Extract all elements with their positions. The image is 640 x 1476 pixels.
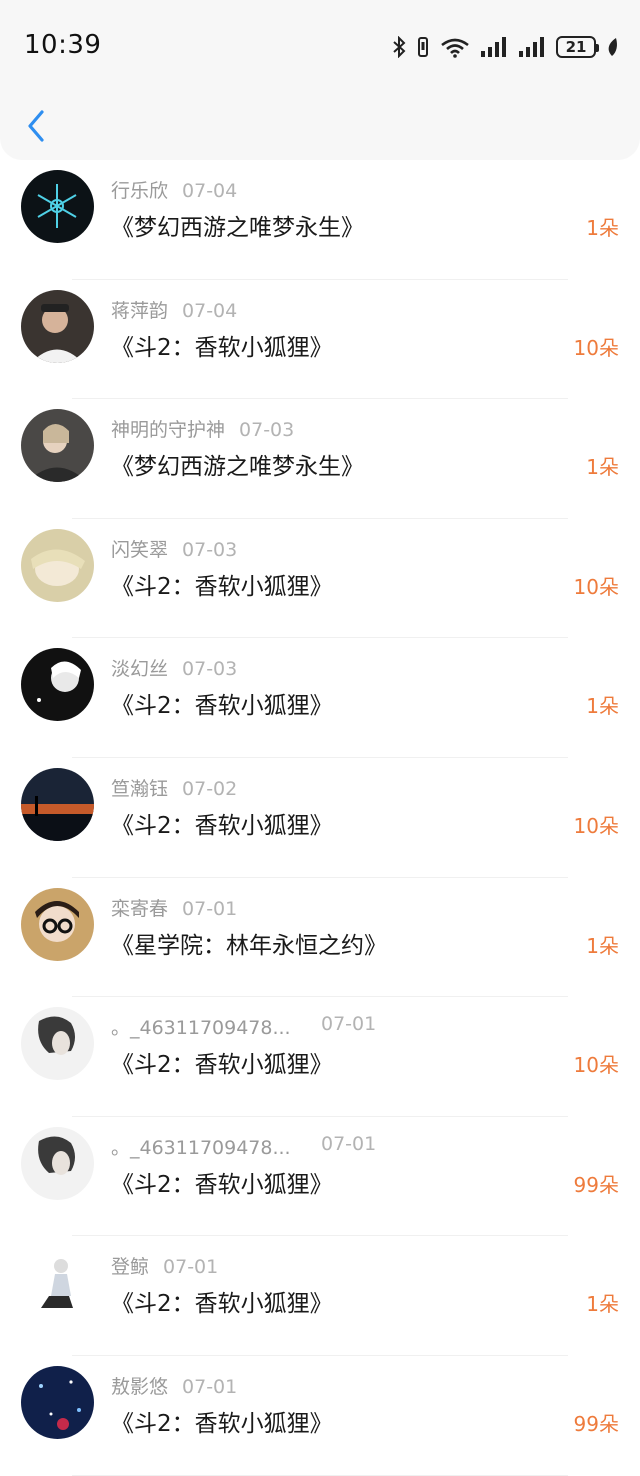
- gift-amount: 99朵: [573, 1172, 619, 1197]
- system-icons: 21: [392, 33, 618, 61]
- list-item[interactable]: 蒋萍韵 07-04 《斗2：香软小狐狸》 10朵: [0, 280, 640, 400]
- gift-amount: 99朵: [573, 1411, 619, 1436]
- avatar[interactable]: [21, 1365, 94, 1439]
- record-date: 07-01: [321, 1132, 377, 1155]
- record-date: 07-01: [182, 1375, 238, 1398]
- status-time: 10:39: [24, 30, 102, 60]
- gift-amount: 10朵: [573, 335, 619, 360]
- user-name: 闪笑翠: [111, 538, 169, 561]
- user-name: 登鲸: [111, 1256, 150, 1279]
- avatar[interactable]: [21, 767, 94, 841]
- record-date: 07-04: [182, 180, 238, 202]
- book-title: 《梦幻西游之唯梦永生》: [111, 215, 364, 241]
- back-button[interactable]: [20, 106, 52, 146]
- list-item[interactable]: 笪瀚钰 07-02 《斗2：香软小狐狸》 10朵: [0, 758, 640, 878]
- user-name: 栾寄春: [111, 897, 169, 920]
- user-name: 蒋萍韵: [111, 299, 169, 322]
- book-title: 《斗2：香软小狐狸》: [111, 812, 333, 839]
- gift-amount: 1朵: [586, 933, 619, 958]
- user-name: 行乐欣: [111, 180, 169, 202]
- user-name: 。_46311709478...: [111, 1136, 291, 1159]
- gift-amount: 1朵: [586, 455, 619, 480]
- gift-amount: 1朵: [586, 216, 619, 240]
- record-date: 07-01: [182, 897, 238, 920]
- wifi-icon: [441, 38, 469, 58]
- avatar[interactable]: [21, 887, 94, 961]
- gift-amount: 1朵: [586, 694, 619, 719]
- vibrate-icon: [418, 37, 428, 57]
- record-date: 07-03: [239, 419, 295, 442]
- leaf-icon: [608, 38, 617, 56]
- signal-icon: [481, 37, 506, 57]
- list-item[interactable]: 登鲸 07-01 《斗2：香软小狐狸》 1朵: [0, 1236, 640, 1356]
- battery-icon: 21: [556, 36, 599, 58]
- avatar[interactable]: [21, 648, 94, 722]
- list-item[interactable]: 淡幻丝 07-03 《斗2：香软小狐狸》 1朵: [0, 638, 640, 758]
- user-name: 淡幻丝: [111, 658, 169, 681]
- nav-bar: [0, 96, 640, 160]
- list-item[interactable]: 栾寄春 07-01 《星学院：林年永恒之约》 1朵: [0, 878, 640, 998]
- avatar[interactable]: [21, 1007, 94, 1081]
- list-item[interactable]: 。_46311709478... 07-01 《斗2：香软小狐狸》 99朵: [0, 1117, 640, 1237]
- status-bar: 10:39 21: [0, 0, 640, 96]
- avatar[interactable]: [21, 170, 94, 243]
- user-name: 。_46311709478...: [111, 1017, 291, 1040]
- chevron-left-icon: [28, 110, 44, 142]
- list-item[interactable]: 行乐欣 07-04 《梦幻西游之唯梦永生》 1朵: [0, 160, 640, 280]
- record-date: 07-01: [163, 1256, 219, 1279]
- book-title: 《斗2：香软小狐狸》: [111, 573, 333, 600]
- book-title: 《星学院：林年永恒之约》: [111, 932, 387, 959]
- bluetooth-icon: [393, 36, 406, 58]
- book-title: 《梦幻西游之唯梦永生》: [111, 454, 364, 481]
- list-item[interactable]: 敖影悠 07-01 《斗2：香软小狐狸》 99朵: [0, 1356, 640, 1476]
- avatar[interactable]: [21, 528, 94, 602]
- book-title: 《斗2：香软小狐狸》: [111, 1171, 333, 1198]
- list-item[interactable]: 闪笑翠 07-03 《斗2：香软小狐狸》 10朵: [0, 519, 640, 639]
- user-name: 神明的守护神: [111, 419, 226, 442]
- user-name: 笪瀚钰: [111, 777, 169, 800]
- avatar[interactable]: [21, 1126, 94, 1200]
- avatar[interactable]: [21, 1246, 94, 1320]
- gift-amount: 10朵: [573, 574, 619, 599]
- book-title: 《斗2：香软小狐狸》: [111, 1291, 333, 1318]
- gift-amount: 1朵: [586, 1292, 619, 1317]
- list-item[interactable]: 神明的守护神 07-03 《梦幻西游之唯梦永生》 1朵: [0, 399, 640, 519]
- book-title: 《斗2：香软小狐狸》: [111, 334, 333, 361]
- avatar[interactable]: [21, 409, 94, 483]
- gift-amount: 10朵: [573, 813, 619, 838]
- user-name: 敖影悠: [111, 1375, 169, 1398]
- gift-record-list: 行乐欣 07-04 《梦幻西游之唯梦永生》 1朵 蒋萍韵 07-04 《斗2：香软小…: [0, 160, 640, 1476]
- record-date: 07-04: [182, 299, 238, 322]
- avatar[interactable]: [21, 289, 94, 363]
- book-title: 《斗2：香软小狐狸》: [111, 1410, 333, 1437]
- book-title: 《斗2：香软小狐狸》: [111, 1052, 333, 1079]
- record-date: 07-02: [182, 777, 238, 800]
- record-date: 07-03: [182, 658, 238, 681]
- gift-amount: 10朵: [573, 1053, 619, 1078]
- book-title: 《斗2：香软小狐狸》: [111, 693, 333, 720]
- record-date: 07-03: [182, 538, 238, 561]
- list-item[interactable]: 。_46311709478... 07-01 《斗2：香软小狐狸》 10朵: [0, 997, 640, 1117]
- record-date: 07-01: [321, 1013, 377, 1036]
- signal-icon-2: [519, 37, 544, 57]
